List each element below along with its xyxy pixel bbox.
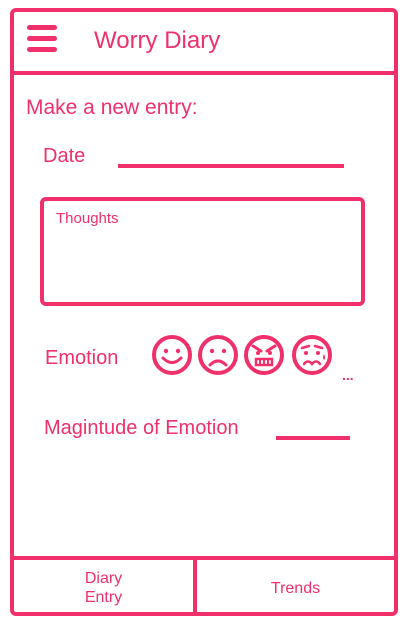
- tab-diary-entry-label-line2: Entry: [84, 589, 123, 606]
- new-entry-heading: Make a new entry:: [26, 96, 198, 119]
- tab-diary-entry-label-line1: Diary: [84, 570, 123, 587]
- anxious-face-icon[interactable]: [291, 334, 333, 376]
- angry-face-icon[interactable]: [243, 334, 285, 376]
- date-label: Date: [43, 145, 86, 167]
- tab-trends-label: Trends: [270, 579, 321, 597]
- date-field[interactable]: [118, 140, 344, 168]
- thoughts-textarea[interactable]: [40, 197, 365, 306]
- header-divider: [10, 71, 398, 75]
- sad-face-icon[interactable]: [197, 334, 239, 376]
- app-title: Worry Diary: [94, 27, 221, 54]
- magnitude-field[interactable]: [276, 414, 350, 440]
- more-emotions-icon[interactable]: ...: [342, 368, 354, 382]
- hamburger-menu-icon[interactable]: [27, 25, 57, 53]
- magnitude-label: Magintude of Emotion: [44, 417, 239, 439]
- tab-diary-entry[interactable]: Diary Entry: [14, 560, 193, 616]
- emotion-label: Emotion: [45, 347, 119, 369]
- tab-trends[interactable]: Trends: [197, 560, 394, 616]
- happy-face-icon[interactable]: [151, 334, 193, 376]
